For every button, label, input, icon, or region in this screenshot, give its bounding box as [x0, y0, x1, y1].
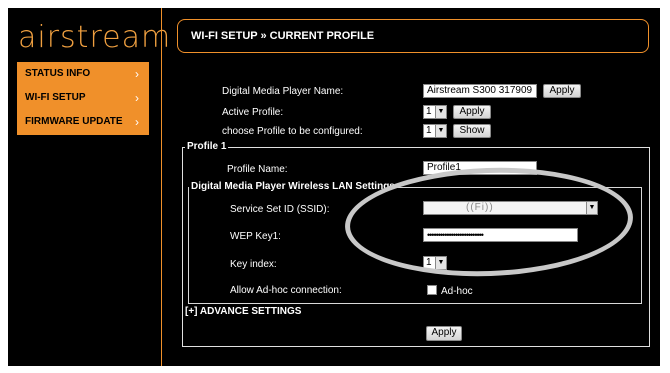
profile-legend: Profile 1 — [185, 141, 229, 152]
configure-profile-label: choose Profile to be configured: — [222, 126, 363, 137]
configure-profile-value: 1 — [426, 125, 432, 136]
nav-divider — [161, 8, 162, 366]
active-profile-label: Active Profile: — [222, 107, 284, 118]
profile-apply-button[interactable]: Apply — [426, 326, 462, 341]
nav-item-label: FIRMWARE UPDATE — [25, 116, 123, 127]
left-nav: STATUS INFO › WI-FI SETUP › FIRMWARE UPD… — [17, 62, 149, 135]
page-title: WI-FI SETUP » CURRENT PROFILE — [191, 30, 375, 42]
nav-item-label: WI-FI SETUP — [25, 92, 86, 103]
profile-name-label: Profile Name: — [227, 164, 288, 175]
profile-name-input[interactable]: Profile1 — [423, 161, 537, 175]
chevron-right-icon: › — [135, 115, 139, 129]
dropdown-arrow-icon: ▼ — [586, 202, 597, 214]
player-name-input[interactable]: Airstream S300 317909 — [423, 84, 537, 98]
wlan-settings-legend: Digital Media Player Wireless LAN Settin… — [189, 181, 397, 192]
adhoc-checkbox[interactable] — [427, 285, 437, 295]
page-header: WI-FI SETUP » CURRENT PROFILE — [177, 19, 649, 53]
chevron-right-icon: › — [135, 67, 139, 81]
ssid-label: Service Set ID (SSID): — [230, 204, 330, 215]
nav-item-status-info[interactable]: STATUS INFO › — [17, 62, 149, 86]
nav-item-firmware-update[interactable]: FIRMWARE UPDATE › — [17, 110, 149, 134]
wep-key-input[interactable]: •••••••••••••••••••••••••• — [423, 228, 578, 242]
adhoc-checkbox-label: Ad-hoc — [441, 286, 473, 297]
nav-item-label: STATUS INFO — [25, 68, 91, 79]
dropdown-arrow-icon: ▼ — [435, 125, 446, 137]
key-index-label: Key index: — [230, 259, 277, 270]
dropdown-arrow-icon: ▼ — [435, 257, 446, 269]
ssid-select[interactable]: ((Fi)) ▼ — [423, 201, 598, 215]
chevron-right-icon: › — [135, 91, 139, 105]
key-index-select[interactable]: 1 ▼ — [423, 256, 447, 270]
nav-item-wifi-setup[interactable]: WI-FI SETUP › — [17, 86, 149, 110]
advance-settings-toggle[interactable]: [+] ADVANCE SETTINGS — [185, 306, 301, 317]
dropdown-arrow-icon: ▼ — [435, 106, 446, 118]
configure-profile-select[interactable]: 1 ▼ — [423, 124, 447, 138]
adhoc-label: Allow Ad-hoc connection: — [230, 285, 342, 296]
key-index-value: 1 — [426, 257, 432, 268]
ssid-value: ((Fi)) — [466, 202, 494, 213]
active-profile-apply-button[interactable]: Apply — [453, 105, 491, 119]
airstream-logo: airstream — [18, 20, 172, 55]
show-profile-button[interactable]: Show — [453, 124, 491, 138]
wep-key-label: WEP Key1: — [230, 231, 281, 242]
active-profile-select[interactable]: 1 ▼ — [423, 105, 447, 119]
active-profile-value: 1 — [426, 106, 432, 117]
player-name-label: Digital Media Player Name: — [222, 86, 344, 97]
player-name-apply-button[interactable]: Apply — [543, 84, 581, 98]
